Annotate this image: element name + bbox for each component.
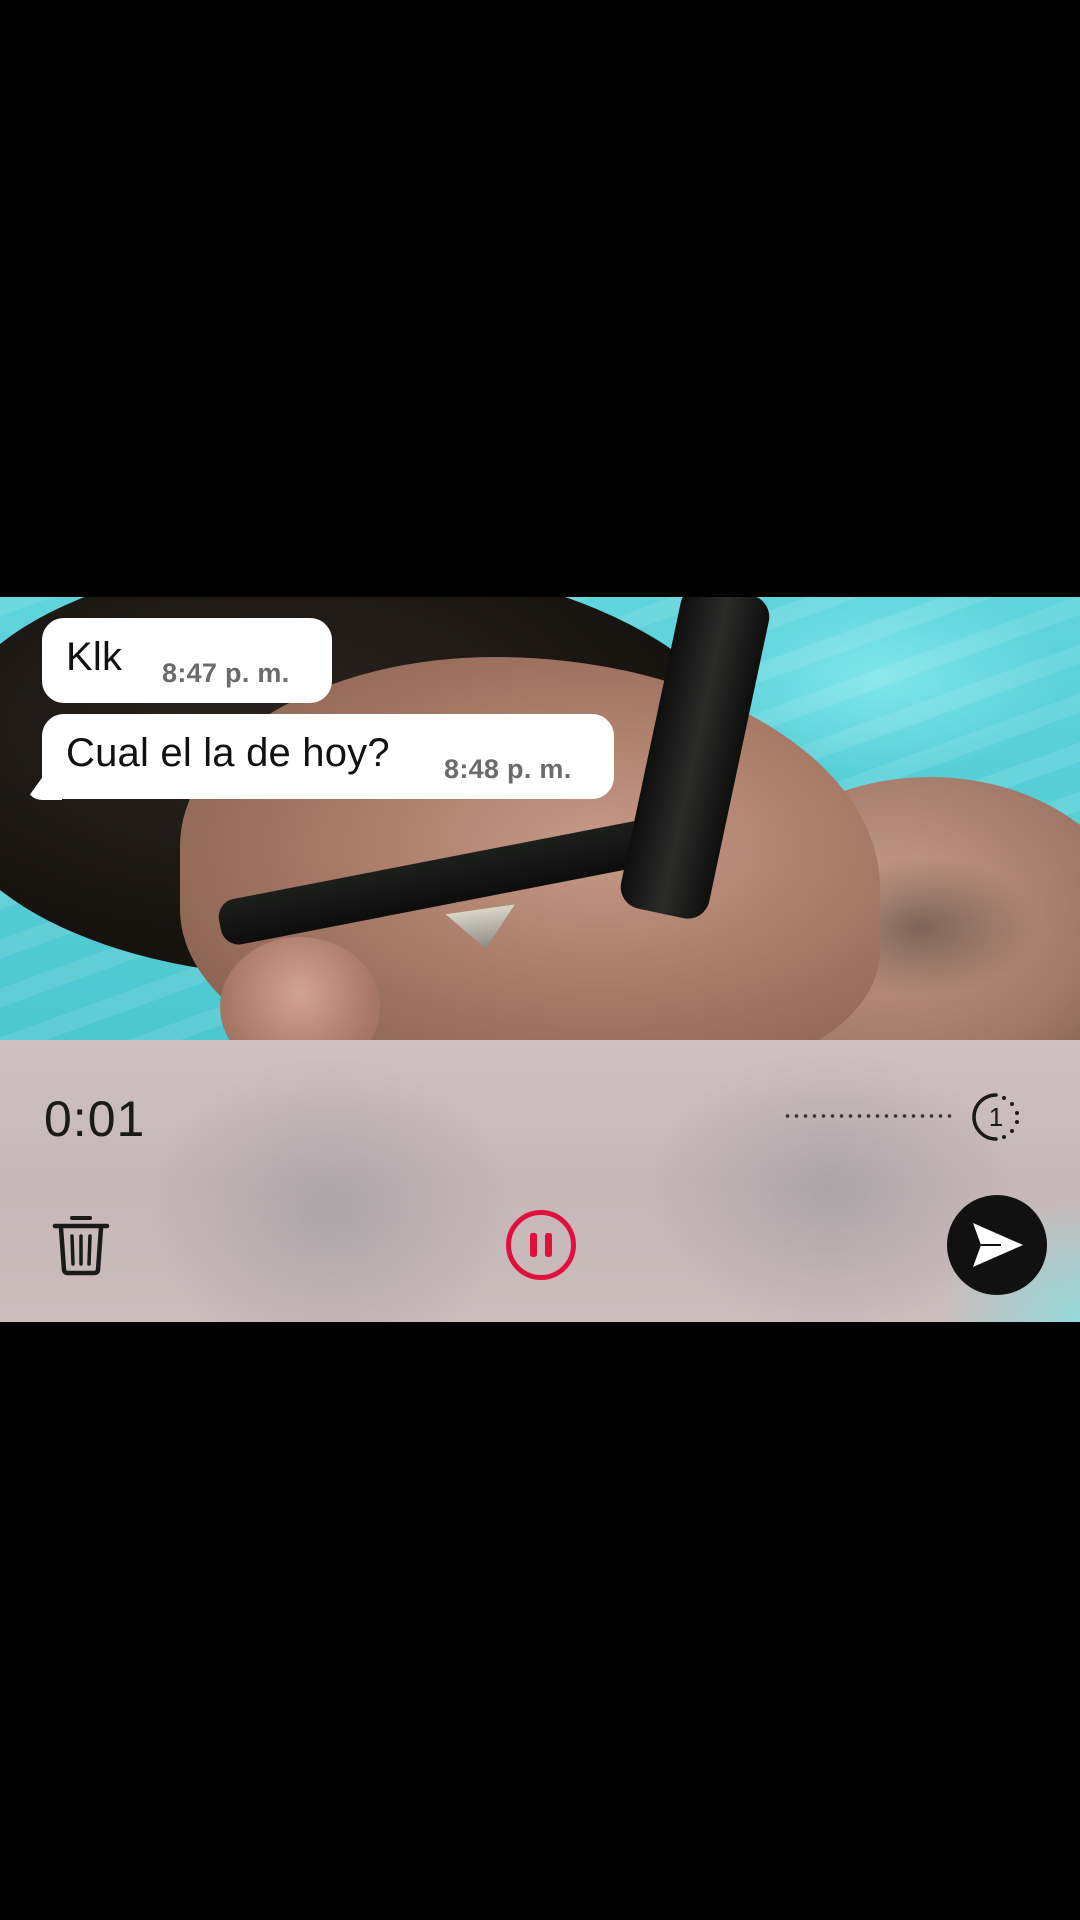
message-text: Cual el la de hoy? (66, 731, 390, 775)
recording-waveform (783, 1113, 953, 1119)
trash-icon[interactable] (50, 1212, 112, 1276)
message-time: 8:47 p. m. (162, 658, 290, 688)
pause-icon (506, 1210, 576, 1280)
pause-button[interactable] (505, 1209, 577, 1281)
message-bubble[interactable]: Klk 8:47 p. m. (42, 618, 332, 703)
message-text: Klk (66, 635, 123, 679)
playback-speed-icon[interactable]: 1 (971, 1092, 1021, 1142)
message-time: 8:48 p. m. (444, 754, 572, 784)
message-bubble[interactable]: Cual el la de hoy? 8:48 p. m. (42, 714, 614, 799)
send-icon (973, 1223, 1023, 1267)
send-button[interactable] (947, 1195, 1047, 1295)
screen: Klk 8:47 p. m. Cual el la de hoy? 8:48 p… (0, 0, 1080, 1920)
speed-label: 1 (989, 1102, 1003, 1132)
recording-timer: 0:01 (44, 1091, 146, 1147)
voice-recorder-panel: 0:01 1 (0, 1040, 1080, 1322)
